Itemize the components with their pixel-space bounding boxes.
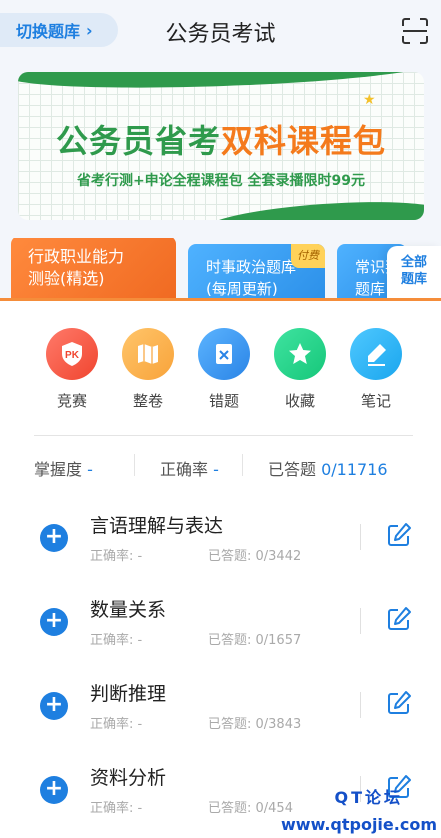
mastery-value: - (87, 460, 93, 479)
stats-row: 掌握度 - 正确率 - 已答题 0/11716 (0, 452, 441, 480)
banner-title: 公务员省考双科课程包 (18, 116, 424, 162)
answered-label: 已答题 (268, 460, 317, 479)
full-paper-button[interactable]: 整卷 (116, 328, 180, 411)
banner-title-green: 公务员省考 (55, 122, 221, 160)
section-divider (34, 435, 413, 436)
notes-button[interactable]: 笔记 (344, 328, 408, 411)
category-tab-current-affairs[interactable]: 付费 时事政治题库 (每周更新) (188, 244, 325, 300)
subject-name: 言语理解与表达 (90, 515, 224, 537)
header-bar: 切换题库 › 公务员考试 (0, 0, 441, 62)
all-banks-line1: 全部 (400, 255, 427, 270)
function-label: 笔记 (360, 392, 391, 410)
function-label: 错题 (208, 392, 239, 410)
accuracy-value: - (213, 460, 219, 479)
subject-answered: 已答题: 0/3843 (208, 717, 302, 732)
subject-row-verbal[interactable]: + 言语理解与表达 正确率: - 已答题: 0/3442 (0, 500, 441, 584)
banner-area: ★ 公务员省考双科课程包 省考行测+申论全程课程包 全套录播限时99元 (0, 62, 441, 238)
stat-separator (134, 454, 135, 476)
function-label: 整卷 (132, 392, 163, 410)
watermark-title: QT论坛 (334, 788, 403, 807)
mastery-stat: 掌握度 - (34, 456, 93, 480)
subject-accuracy: 正确率: - (90, 549, 143, 564)
all-banks-button[interactable]: 全部 题库 (387, 246, 441, 300)
svg-text:PK: PK (65, 350, 80, 361)
favorites-button[interactable]: 收藏 (268, 328, 332, 411)
subject-name: 数量关系 (90, 599, 167, 621)
page-title: 公务员考试 (165, 22, 276, 47)
row-separator (360, 524, 361, 550)
subject-row-reasoning[interactable]: + 判断推理 正确率: - 已答题: 0/3843 (0, 668, 441, 752)
edit-icon[interactable] (386, 690, 412, 716)
wrong-note-icon (198, 328, 250, 380)
edit-icon[interactable] (386, 606, 412, 632)
expand-plus-icon[interactable]: + (40, 608, 68, 636)
subject-answered: 已答题: 0/454 (208, 801, 293, 816)
row-separator (360, 692, 361, 718)
expand-plus-icon[interactable]: + (40, 776, 68, 804)
function-label: 收藏 (284, 392, 315, 410)
category-line1: 行政职业能力 (28, 247, 125, 266)
pen-icon (350, 328, 402, 380)
subject-accuracy: 正确率: - (90, 717, 143, 732)
paid-badge: 付费 (291, 244, 325, 268)
sparkle-icon: ★ (363, 92, 376, 108)
mastery-label: 掌握度 (34, 460, 83, 479)
accuracy-label: 正确率 (160, 460, 209, 479)
category-tab-xingce[interactable]: 行政职业能力 测验(精选) (11, 238, 176, 300)
answered-value: 0/11716 (321, 460, 388, 479)
map-icon (122, 328, 174, 380)
pk-shield-icon: PK (46, 328, 98, 380)
subject-accuracy: 正确率: - (90, 801, 143, 816)
subject-answered: 已答题: 0/1657 (208, 633, 302, 648)
function-label: 竞赛 (56, 392, 87, 410)
edit-icon[interactable] (386, 522, 412, 548)
subject-accuracy: 正确率: - (90, 633, 143, 648)
banner-subtitle: 省考行测+申论全程课程包 全套录播限时99元 (76, 173, 366, 189)
competition-button[interactable]: PK 竞赛 (40, 328, 104, 411)
stat-separator (242, 454, 243, 476)
function-grid: PK 竞赛 整卷 错题 收藏 笔记 (20, 328, 420, 412)
expand-plus-icon[interactable]: + (40, 692, 68, 720)
watermark-url: www.qtpojie.com (281, 815, 437, 834)
subject-answered: 已答题: 0/3442 (208, 549, 302, 564)
scan-icon[interactable] (402, 18, 428, 44)
banner-decoration (18, 72, 424, 94)
answered-stat: 已答题 0/11716 (268, 456, 388, 480)
category-line2: 测验(精选) (28, 269, 105, 288)
category-underline (0, 298, 441, 301)
subject-row-quantitative[interactable]: + 数量关系 正确率: - 已答题: 0/1657 (0, 584, 441, 668)
row-separator (360, 608, 361, 634)
promo-banner[interactable]: ★ 公务员省考双科课程包 省考行测+申论全程课程包 全套录播限时99元 (18, 72, 424, 220)
all-banks-line2: 题库 (400, 272, 427, 287)
accuracy-stat: 正确率 - (160, 456, 219, 480)
expand-plus-icon[interactable]: + (40, 524, 68, 552)
subject-name: 资料分析 (90, 767, 167, 789)
banner-decoration (203, 195, 424, 220)
subject-name: 判断推理 (90, 683, 167, 705)
category-strip: 行政职业能力 测验(精选) 付费 时事政治题库 (每周更新) 常识判 题库 全部… (0, 238, 441, 300)
banner-title-orange: 双科课程包 (221, 122, 387, 160)
star-icon (274, 328, 326, 380)
wrong-questions-button[interactable]: 错题 (192, 328, 256, 411)
category-line2: (每周更新) (206, 280, 278, 298)
